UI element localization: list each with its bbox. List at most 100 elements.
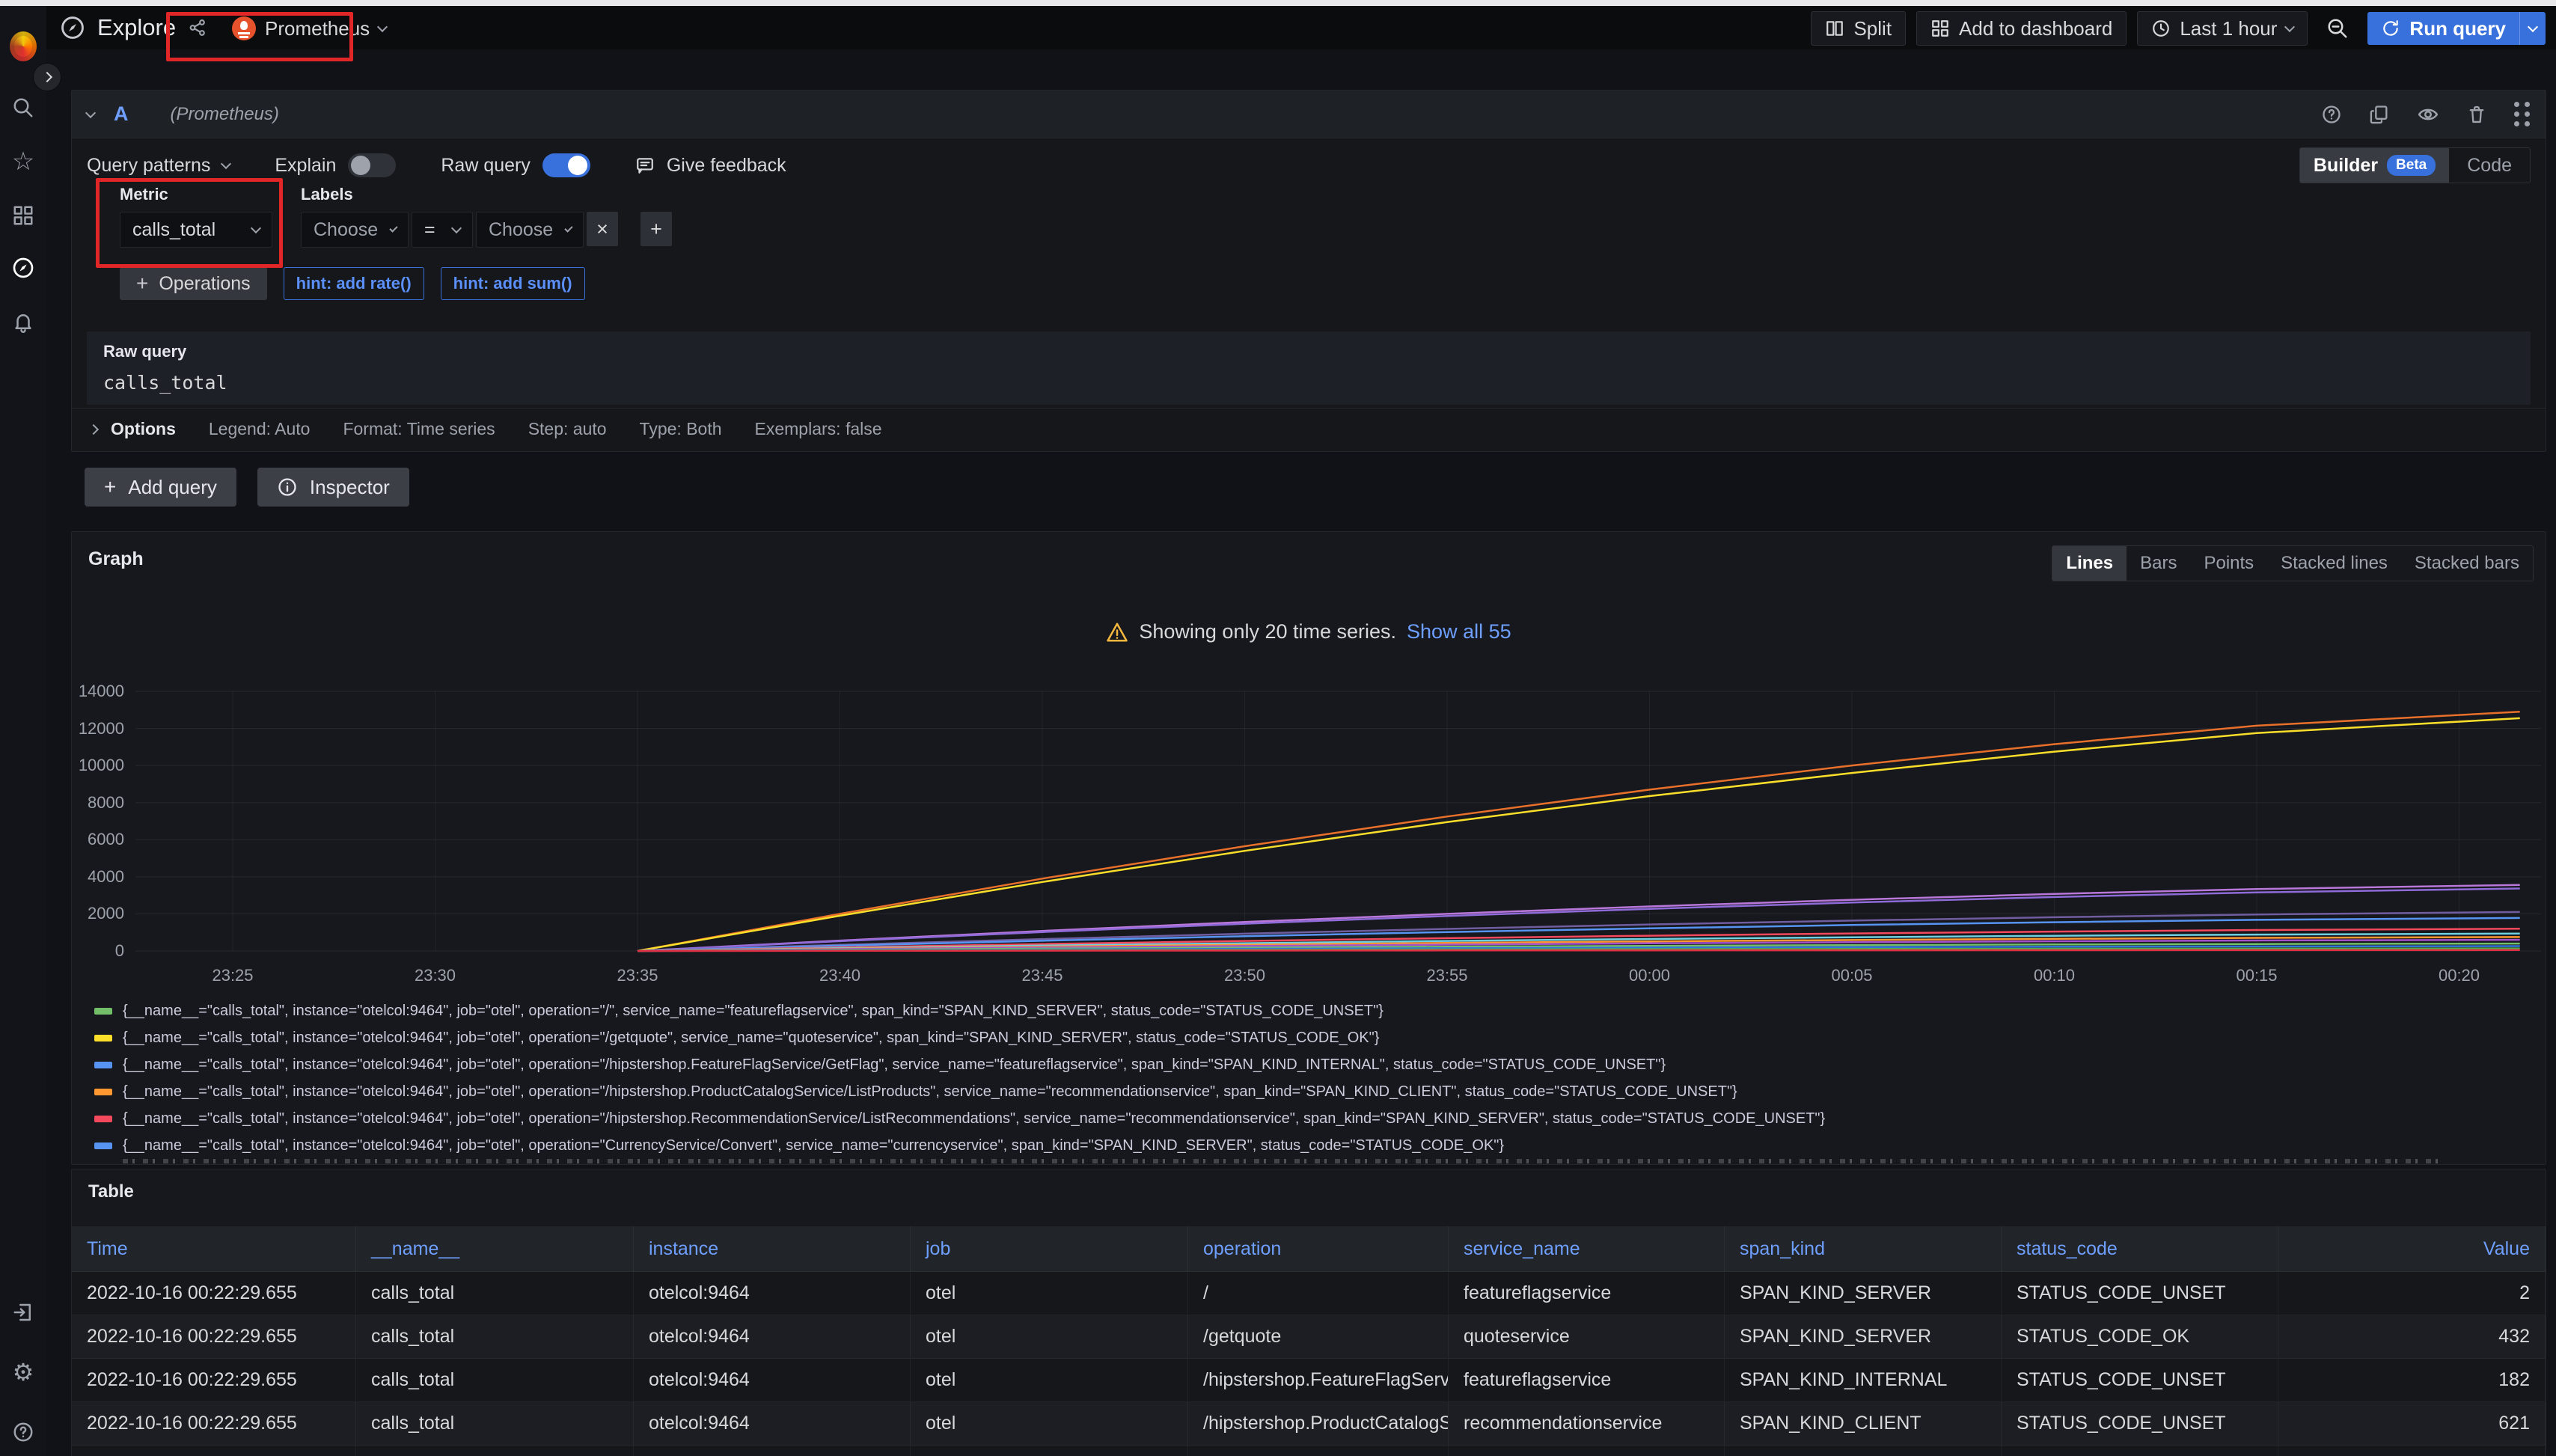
explore-nav-icon[interactable] [10,254,37,281]
comment-icon [635,156,655,175]
table-header-cell[interactable]: Value [2278,1226,2546,1271]
table-cell: 621 [2278,1402,2546,1445]
options-summary-item: Legend: Auto [209,419,311,439]
x-tick-label: 23:40 [819,966,860,985]
clock-icon [2151,19,2171,38]
raw-query-switch[interactable] [542,153,590,177]
table-cell: 2022-10-16 00:22:29.655 [72,1315,356,1358]
table-row[interactable]: 2022-10-16 00:22:29.655calls_totalotelco… [72,1402,2546,1446]
hint-add-sum-button[interactable]: hint: add sum() [441,267,585,300]
metric-select[interactable]: calls_total [120,212,272,248]
remove-label-button[interactable]: × [587,212,618,246]
time-range-picker[interactable]: Last 1 hour [2137,11,2308,46]
search-icon[interactable] [10,94,37,121]
datasource-picker[interactable]: Prometheus [221,13,397,43]
options-summary-item: Type: Both [640,419,722,439]
table-header-cell[interactable]: service_name [1449,1226,1725,1271]
table-header-cell[interactable]: span_kind [1725,1226,2002,1271]
table-header-cell[interactable]: job [911,1226,1188,1271]
query-footer-buttons: +Add query Inspector [85,468,409,507]
give-feedback-label: Give feedback [667,155,786,177]
run-query-label: Run query [2409,17,2506,40]
table-cell: SPAN_KIND_CLIENT [1725,1402,2002,1445]
grafana-explore-page: ☆ ⚙ Explore [0,0,2556,1456]
y-tick-label: 6000 [72,830,124,849]
table-header-row: Time__name__instancejoboperationservice_… [72,1226,2546,1272]
chevron-down-icon [377,22,388,32]
x-tick-label: 23:55 [1426,966,1467,985]
give-feedback-link[interactable]: Give feedback [635,155,786,177]
add-to-dashboard-button[interactable]: Add to dashboard [1916,11,2127,46]
table-row[interactable]: 2022-10-16 00:22:29.655calls_totalotelco… [72,1446,2546,1456]
sign-in-icon[interactable] [10,1299,37,1326]
inspector-button[interactable]: Inspector [257,468,409,507]
duplicate-query-icon[interactable] [2369,104,2390,125]
table-header-cell[interactable]: __name__ [356,1226,634,1271]
options-summary-item: Format: Time series [343,419,495,439]
options-summary-item: Step: auto [528,419,607,439]
grafana-logo-icon[interactable] [10,33,37,60]
code-mode-button[interactable]: Code [2449,148,2530,183]
query-patterns-dropdown[interactable]: Query patterns [87,155,230,177]
table-cell: otel [911,1315,1188,1358]
y-tick-label: 4000 [72,867,124,887]
remove-query-trash-icon[interactable] [2466,104,2487,125]
table-cell: otel [911,1359,1188,1401]
table-row[interactable]: 2022-10-16 00:22:29.655calls_totalotelco… [72,1315,2546,1359]
table-header-cell[interactable]: instance [634,1226,911,1271]
query-row-header[interactable]: A (Prometheus) [72,91,2546,138]
zoom-out-button[interactable] [2318,11,2357,46]
dashboards-icon[interactable] [10,202,37,229]
graph-panel: Graph LinesBarsPointsStacked linesStacke… [71,531,2546,1165]
drag-handle-icon[interactable] [2514,102,2531,126]
legend-label: {__name__="calls_total", instance="otelc… [123,1030,1379,1047]
metric-block: Metric calls_total [120,185,272,248]
sidebar-expand-button[interactable] [33,63,61,91]
query-help-icon[interactable] [2321,104,2342,125]
explain-switch[interactable] [348,153,396,177]
legend-item[interactable]: {__name__="calls_total", instance="otelc… [94,1024,2442,1051]
share-icon[interactable] [188,18,207,37]
legend-item[interactable]: {__name__="calls_total", instance="otelc… [94,997,2442,1024]
hint-add-rate-button[interactable]: hint: add rate() [284,267,424,300]
hide-response-eye-icon[interactable] [2417,103,2439,126]
table-panel-title: Table [88,1181,134,1202]
x-tick-label: 00:20 [2439,966,2480,985]
label-value-select[interactable]: Choose [476,212,584,248]
query-ref-id: A [114,103,129,126]
builder-mode-button[interactable]: Builder Beta [2300,148,2449,183]
run-query-dropdown[interactable] [2519,12,2546,45]
label-operator-select[interactable]: = [412,212,473,248]
raw-query-toggle-group: Raw query [441,153,590,177]
table-header-cell[interactable]: operation [1188,1226,1449,1271]
alerting-bell-icon[interactable] [10,308,37,335]
run-query-button[interactable]: Run query [2367,12,2546,45]
table-row[interactable]: 2022-10-16 00:22:29.655calls_totalotelco… [72,1272,2546,1315]
chevron-down-icon [389,224,397,232]
options-summary-items: Legend: Auto Format: Time series Step: aut… [209,419,882,439]
collapse-chevron-icon[interactable] [85,107,96,117]
legend-item-clipped [123,1159,2442,1163]
legend-item[interactable]: {__name__="calls_total", instance="otelc… [94,1105,2442,1132]
chevron-down-icon [251,223,261,233]
split-button[interactable]: Split [1811,11,1906,46]
legend-item[interactable]: {__name__="calls_total", instance="otelc… [94,1132,2442,1159]
legend-label: {__name__="calls_total", instance="otelc… [123,1110,1825,1128]
settings-gear-icon[interactable]: ⚙ [10,1359,37,1386]
operations-button[interactable]: + Operations [120,267,267,300]
starred-icon[interactable]: ☆ [10,148,37,175]
chevron-down-icon [221,159,231,169]
table-row[interactable]: 2022-10-16 00:22:29.655calls_totalotelco… [72,1359,2546,1402]
legend-item[interactable]: {__name__="calls_total", instance="otelc… [94,1078,2442,1105]
add-label-button[interactable]: + [640,212,672,246]
page-title: Explore [97,14,176,41]
table-header-cell[interactable]: status_code [2002,1226,2278,1271]
datasource-name: Prometheus [265,17,370,40]
help-icon[interactable] [10,1419,37,1446]
table-cell: /hipstershop.ProductCatalogS… [1188,1402,1449,1445]
legend-item[interactable]: {__name__="calls_total", instance="otelc… [94,1051,2442,1078]
label-key-select[interactable]: Choose [301,212,409,248]
query-options-summary[interactable]: Options Legend: AutoFormat: Time seriesS… [72,408,2546,450]
table-header-cell[interactable]: Time [72,1226,356,1271]
add-query-button[interactable]: +Add query [85,468,236,507]
